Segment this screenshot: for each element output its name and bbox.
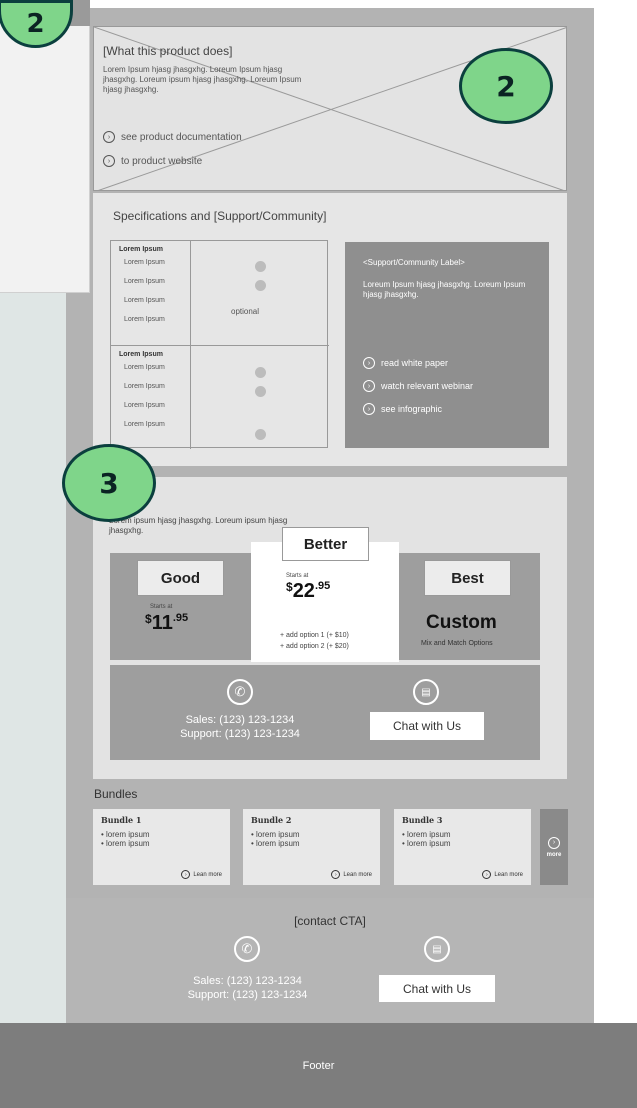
bundle-line: • lorem ipsum — [101, 839, 150, 848]
pricing-intro: Lorem ipsum hjasg jhasgxhg. Loreum ipsum… — [109, 516, 288, 535]
learn-more-link[interactable]: › Lean more — [482, 870, 523, 879]
white-paper-link[interactable]: › read white paper — [363, 357, 448, 369]
specs-heading: Specifications and [Support/Community] — [113, 209, 327, 223]
spec-table: Lorem Ipsum Lorem Ipsum Lorem Ipsum Lore… — [110, 240, 329, 449]
better-option-2: + add option 2 (+ $20) — [280, 643, 349, 650]
spec-row-label: Lorem Ipsum — [124, 278, 165, 285]
check-icon — [255, 261, 266, 272]
cta-chat-button[interactable]: Chat with Us — [379, 975, 495, 1002]
bundle-title: Bundle 3 — [402, 815, 443, 825]
pricing-contact-box: ✆ Sales: (123) 123-1234 Support: (123) 1… — [110, 665, 540, 760]
check-icon — [255, 367, 266, 378]
bundle-card-2[interactable]: Bundle 2 • lorem ipsum • lorem ipsum › Le… — [243, 809, 380, 885]
bundle-card-1[interactable]: Bundle 1 • lorem ipsum • lorem ipsum › Le… — [93, 809, 230, 885]
learn-more-link[interactable]: › Lean more — [331, 870, 372, 879]
best-sub: Mix and Match Options — [421, 640, 493, 647]
bundle-line: • lorem ipsum — [101, 830, 150, 839]
bundle-line: • lorem ipsum — [402, 830, 451, 839]
bundle-line: • lorem ipsum — [251, 830, 300, 839]
chevron-right-icon: › — [331, 870, 341, 879]
annotation-badge: 3 — [62, 444, 156, 522]
cta-phone-text: Sales: (123) 123-1234 Support: (123) 123… — [187, 975, 308, 1001]
product-heading: [What this product does] — [103, 44, 233, 58]
optional-label: optional — [231, 307, 260, 316]
chevron-right-icon: › — [103, 155, 115, 167]
chevron-right-icon: › — [482, 870, 492, 879]
bundle-card-3[interactable]: Bundle 3 • lorem ipsum • lorem ipsum › Le… — [394, 809, 531, 885]
spec-group-title: Lorem Ipsum — [119, 246, 163, 253]
bundle-title: Bundle 1 — [101, 815, 142, 825]
spec-row-label: Lorem Ipsum — [124, 316, 165, 323]
spec-row-label: Lorem Ipsum — [124, 402, 165, 409]
website-link-label: to product website — [121, 155, 203, 167]
tier-good-button[interactable]: Good — [137, 560, 224, 596]
chat-icon[interactable]: ▤ — [413, 679, 439, 705]
infographic-link[interactable]: › see infographic — [363, 403, 442, 415]
footer: Footer — [0, 1023, 637, 1108]
contact-cta-section: [contact CTA] ✆ Sales: (123) 123-1234 Su… — [66, 898, 594, 1023]
support-panel: <Support/Community Label> Loreum Ipsum h… — [345, 242, 549, 448]
spec-row-label: Lorem Ipsum — [124, 421, 165, 428]
spec-row-label: Lorem Ipsum — [124, 297, 165, 304]
chevron-right-icon: › — [363, 403, 375, 415]
bundles-more-button[interactable]: › more — [540, 809, 568, 885]
bundle-title: Bundle 2 — [251, 815, 292, 825]
check-icon — [255, 280, 266, 291]
doc-link-label: see product documentation — [121, 131, 242, 143]
learn-more-link[interactable]: › Lean more — [181, 870, 222, 879]
chevron-right-icon: › — [363, 357, 375, 369]
check-icon — [255, 386, 266, 397]
product-body: Lorem Ipsum hjasg jhasgxhg. Loreum Ipsum… — [103, 65, 302, 94]
cta-heading: [contact CTA] — [294, 914, 366, 928]
pricing-phone-text: Sales: (123) 123-1234 Support: (123) 123… — [180, 714, 300, 740]
good-starts-at: Starts at — [150, 604, 173, 610]
good-price: $11.95 — [145, 612, 189, 634]
bundles-heading: Bundles — [94, 787, 138, 801]
webinar-label: watch relevant webinar — [381, 381, 474, 391]
tier-best-button[interactable]: Best — [424, 560, 511, 596]
support-label: <Support/Community Label> — [363, 258, 465, 267]
best-title: Custom — [426, 612, 497, 633]
more-label: more — [546, 851, 562, 858]
spec-row-label: Lorem Ipsum — [124, 259, 165, 266]
phone-icon[interactable]: ✆ — [234, 936, 260, 962]
better-starts-at: Starts at — [286, 573, 309, 579]
infographic-label: see infographic — [381, 404, 443, 414]
spec-row-label: Lorem Ipsum — [124, 364, 165, 371]
annotation-badge: 2 — [459, 48, 553, 124]
bundle-line: • lorem ipsum — [251, 839, 300, 848]
chevron-right-icon: › — [103, 131, 115, 143]
check-icon — [255, 429, 266, 440]
phone-icon[interactable]: ✆ — [227, 679, 253, 705]
bundle-line: • lorem ipsum — [402, 839, 451, 848]
tier-better-button[interactable]: Better — [282, 527, 369, 561]
chat-with-us-button[interactable]: Chat with Us — [370, 712, 484, 740]
doc-link[interactable]: › see product documentation — [103, 131, 242, 143]
chevron-right-icon: › — [548, 836, 560, 849]
spec-group-title: Lorem Ipsum — [119, 351, 163, 358]
better-price: $22.95 — [286, 580, 331, 602]
spec-row-label: Lorem Ipsum — [124, 383, 165, 390]
support-body: Loreum Ipsum hjasg jhasgxhg. Loreum Ipsu… — [363, 280, 526, 299]
chat-icon[interactable]: ▤ — [424, 936, 450, 962]
chevron-right-icon: › — [363, 380, 375, 392]
right-background — [594, 0, 637, 1030]
webinar-link[interactable]: › watch relevant webinar — [363, 380, 473, 392]
chevron-right-icon: › — [181, 870, 191, 879]
better-option-1: + add option 1 (+ $10) — [280, 632, 349, 639]
website-link[interactable]: › to product website — [103, 155, 202, 167]
white-paper-label: read white paper — [381, 358, 449, 368]
